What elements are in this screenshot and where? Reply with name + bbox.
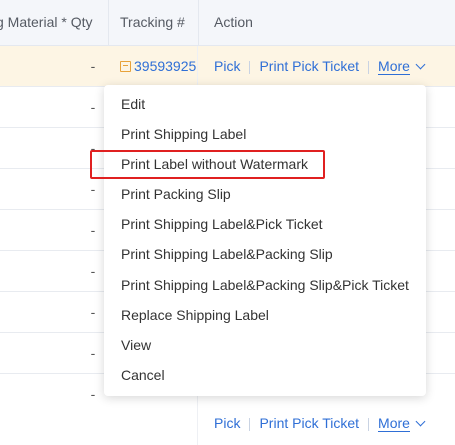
table-row: - 39593925 Pick Print Pick Ticket More <box>0 46 455 87</box>
print-pick-ticket-link[interactable]: Print Pick Ticket <box>259 415 359 431</box>
menu-item-print-shipping-label-packing-slip-pick-ticket[interactable]: Print Shipping Label&Packing Slip&Pick T… <box>104 270 426 300</box>
row-actions: Pick Print Pick Ticket More <box>214 403 426 443</box>
print-pick-ticket-link[interactable]: Print Pick Ticket <box>259 58 359 74</box>
pick-link[interactable]: Pick <box>214 58 240 74</box>
qty-cell: - <box>90 99 96 115</box>
column-header-qty[interactable]: g Material * Qty <box>0 0 107 45</box>
column-header-action: Action <box>214 14 253 30</box>
column-header-tracking[interactable]: Tracking # <box>109 0 208 45</box>
qty-cell: - <box>90 58 96 74</box>
more-dropdown[interactable]: More <box>378 58 410 75</box>
more-dropdown-menu: Edit Print Shipping Label Print Label wi… <box>104 85 426 396</box>
menu-item-view[interactable]: View <box>104 330 426 360</box>
qty-cell: - <box>90 304 96 320</box>
action-divider <box>249 417 251 431</box>
menu-list: Edit Print Shipping Label Print Label wi… <box>104 85 426 390</box>
tracking-link[interactable]: 39593925 <box>120 46 198 86</box>
table-row: Pick Print Pick Ticket More <box>0 405 455 445</box>
menu-item-cancel[interactable]: Cancel <box>104 360 426 390</box>
menu-item-print-shipping-label[interactable]: Print Shipping Label <box>104 119 426 149</box>
menu-item-replace-shipping-label[interactable]: Replace Shipping Label <box>104 300 426 330</box>
more-dropdown[interactable]: More <box>378 415 410 432</box>
table-header: g Material * Qty Tracking # Action <box>0 0 455 46</box>
action-divider <box>249 60 251 74</box>
menu-item-print-shipping-label-pick-ticket[interactable]: Print Shipping Label&Pick Ticket <box>104 209 426 239</box>
qty-cell: - <box>90 263 96 279</box>
action-divider <box>368 60 370 74</box>
column-divider <box>197 405 198 445</box>
qty-cell: - <box>90 222 96 238</box>
chevron-down-icon[interactable] <box>415 59 426 70</box>
action-divider <box>368 417 370 431</box>
menu-item-print-shipping-label-packing-slip[interactable]: Print Shipping Label&Packing Slip <box>104 239 426 269</box>
label-icon <box>120 60 131 72</box>
menu-item-edit[interactable]: Edit <box>104 89 426 119</box>
row-actions: Pick Print Pick Ticket More <box>214 46 426 86</box>
annotation-highlight-box <box>90 150 325 179</box>
qty-cell: - <box>90 345 96 361</box>
menu-item-print-packing-slip[interactable]: Print Packing Slip <box>104 179 426 209</box>
pick-link[interactable]: Pick <box>214 415 240 431</box>
chevron-down-icon[interactable] <box>415 416 426 427</box>
tracking-number[interactable]: 39593925 <box>134 58 196 74</box>
